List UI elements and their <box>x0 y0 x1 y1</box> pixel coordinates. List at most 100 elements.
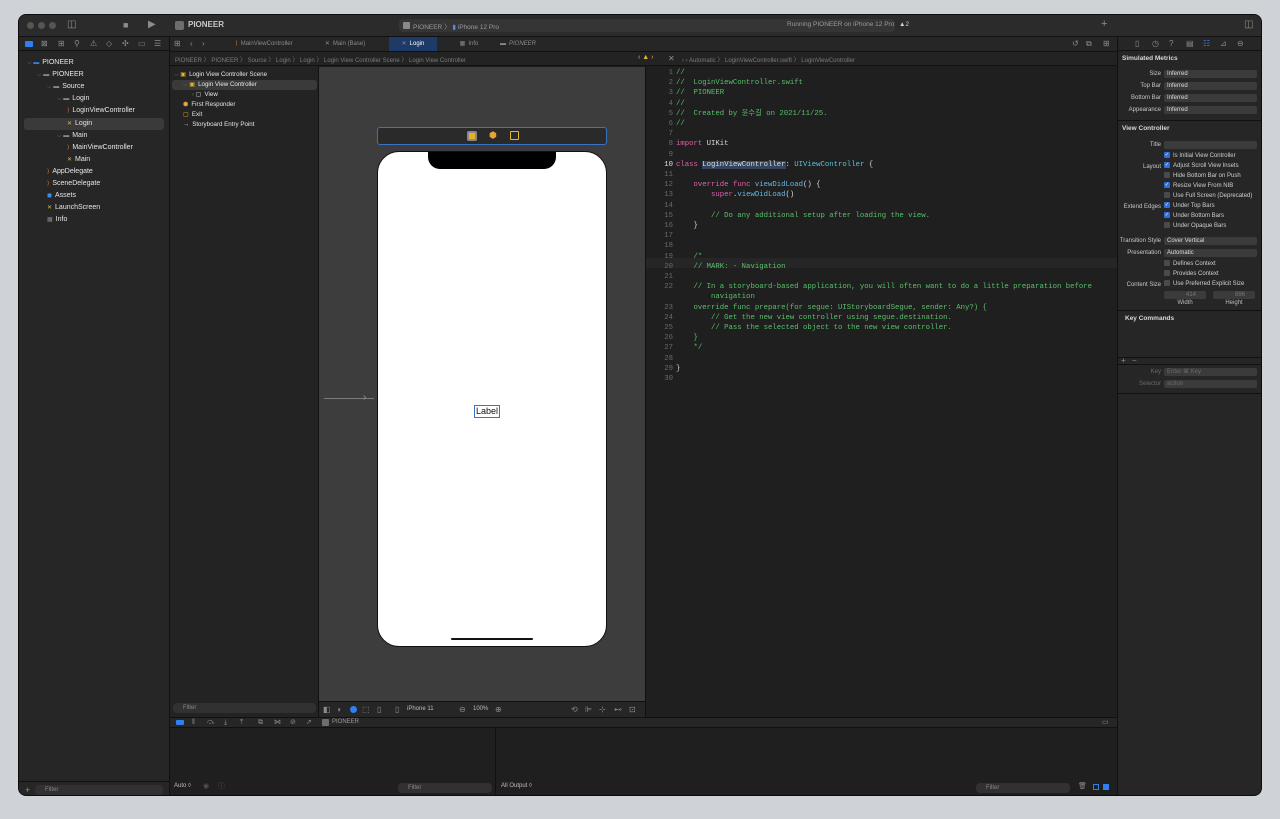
orientation-icon[interactable]: ⬚ <box>362 705 370 715</box>
navigator-item[interactable]: ⟩ AppDelegate <box>24 166 164 178</box>
variables-view[interactable]: Auto ◊ ◉ ⓘ Filter <box>170 728 496 795</box>
file-inspector-icon[interactable]: ▯ <box>1135 39 1139 49</box>
split-left-icon[interactable] <box>1093 784 1099 790</box>
size-select[interactable]: Inferred <box>1164 70 1257 78</box>
folder-tab-icon[interactable] <box>25 41 33 47</box>
breakpoint-icon[interactable]: ▭ <box>138 39 146 49</box>
forward-icon[interactable]: › <box>202 39 205 49</box>
navigator-item[interactable]: ◼ Assets <box>24 190 164 202</box>
issue-nav-icon[interactable]: ‹ ▲ › <box>638 54 653 61</box>
preferred-size-checkbox[interactable]: Use Preferred Explicit Size <box>1164 279 1244 289</box>
attributes-inspector-icon[interactable]: ☷ <box>1203 39 1210 48</box>
minimize-window-button[interactable] <box>38 22 45 29</box>
appearance-select[interactable]: Inferred <box>1164 106 1257 114</box>
symbol-icon[interactable]: ⊞ <box>58 39 65 49</box>
add-editor-icon[interactable]: ⊞ <box>1103 39 1110 49</box>
outline-item[interactable]: ⌵ ▣ Login View Controller Scene <box>172 70 317 80</box>
issue-icon[interactable]: ⚠ <box>90 39 97 49</box>
presentation-select[interactable]: Automatic <box>1164 249 1257 257</box>
report-icon[interactable]: ☰ <box>154 39 161 49</box>
selector-input[interactable]: action <box>1164 380 1257 388</box>
checkbox-option[interactable]: ✓ Under Top Bars <box>1164 201 1226 211</box>
outline-item[interactable]: ⌵ ▣ Login View Controller <box>172 80 317 90</box>
title-input[interactable] <box>1164 141 1257 149</box>
navigator-item[interactable]: ✕ Login <box>24 117 164 130</box>
outline-filter-input[interactable]: Filter <box>173 703 316 713</box>
first-responder-icon[interactable]: ⬢ <box>489 130 497 141</box>
zoom-in-icon[interactable]: ⊕ <box>495 705 502 715</box>
resolve-issues-icon[interactable]: ⊷ <box>614 705 622 715</box>
debug-icon[interactable]: ✣ <box>122 39 129 49</box>
help-icon[interactable]: ? <box>1169 39 1173 49</box>
navigator-filter-input[interactable]: Filter <box>35 785 163 795</box>
test-icon[interactable]: ◇ <box>106 39 112 49</box>
checkbox-option[interactable]: Hide Bottom Bar on Push <box>1164 171 1252 181</box>
navigator-item[interactable]: ⟩ LoginViewController <box>24 105 164 117</box>
outline-item[interactable]: ⬢ First Responder <box>172 100 317 110</box>
iphone-scene[interactable]: Label <box>377 151 607 647</box>
navigator-item[interactable]: ▦ Info <box>24 214 164 226</box>
editor-tab[interactable]: ✕ Main (Base) <box>312 37 378 51</box>
initial-vc-checkbox[interactable]: ✓ Is Initial View Controller <box>1164 151 1236 161</box>
navigator-item[interactable]: ⟩ SceneDelegate <box>24 178 164 190</box>
align-icon[interactable]: ⊫ <box>585 705 592 715</box>
transition-style-select[interactable]: Cover Vertical <box>1164 237 1257 245</box>
outline-item[interactable]: → Storyboard Entry Point <box>172 120 317 130</box>
history-icon[interactable]: ◷ <box>1152 39 1159 49</box>
remove-key-command-icon[interactable]: − <box>1132 356 1137 366</box>
device-selector[interactable]: iPhone 11 <box>407 706 434 712</box>
add-file-icon[interactable]: + <box>25 785 30 795</box>
view-controller-icon[interactable] <box>467 131 477 141</box>
split-editor-icon[interactable]: ⧉ <box>1086 39 1092 49</box>
inspector-toggle-icon[interactable]: ◫ <box>1244 20 1253 30</box>
refresh-icon[interactable]: ↺ <box>1072 39 1079 49</box>
navigator-item[interactable]: ⌵ ▬ PIONEER <box>24 69 164 81</box>
scene-dock[interactable]: ⬢ <box>377 127 607 145</box>
zoom-window-button[interactable] <box>49 22 56 29</box>
debug-area-toggle-icon[interactable] <box>176 720 184 725</box>
editor-tab[interactable]: ✕ Login <box>389 37 437 51</box>
navigator-item[interactable]: ⌵ ▬ PIONEER <box>24 57 164 69</box>
navigator-item[interactable]: ⌵ ▬ Source <box>24 81 164 93</box>
device-frame-icon[interactable]: ▯ <box>377 705 381 715</box>
bottom-bar-select[interactable]: Inferred <box>1164 94 1257 102</box>
find-icon[interactable]: ⚲ <box>74 39 80 49</box>
editor-tab[interactable]: ⟩ MainViewController <box>218 37 310 51</box>
view-debugger-icon[interactable]: ⧉ <box>258 718 263 728</box>
phone-icon[interactable]: ▯ <box>395 705 399 715</box>
auto-selector[interactable]: Auto ◊ <box>174 783 191 789</box>
source-control-icon[interactable]: ⊠ <box>41 39 48 49</box>
entry-point-arrow-icon[interactable]: › <box>363 393 366 403</box>
top-bar-select[interactable]: Inferred <box>1164 82 1257 90</box>
environment-icon[interactable]: ⊘ <box>290 718 296 728</box>
navigator-item[interactable]: ✕ Main <box>24 154 164 166</box>
appearance-icon[interactable]: ◑ <box>336 705 341 715</box>
trash-icon[interactable]: 🗑 <box>1078 782 1087 792</box>
maximize-icon[interactable]: ▭ <box>1102 718 1109 728</box>
height-field[interactable]: 896 <box>1213 291 1255 299</box>
add-icon[interactable]: + <box>1101 19 1107 30</box>
code-jump-bar[interactable]: ‹ › Automatic 〉 LoginViewController.swif… <box>682 55 855 64</box>
storyboard-jump-bar[interactable]: PIONEER 〉 PIONEER 〉 Source 〉 Login 〉 Log… <box>175 55 615 64</box>
zoom-out-icon[interactable]: ⊖ <box>459 705 466 715</box>
navigator-item[interactable]: ✕ LaunchScreen <box>24 202 164 214</box>
identity-inspector-icon[interactable]: ▤ <box>1186 39 1194 49</box>
eye-icon[interactable]: ◉ <box>203 782 209 792</box>
variables-filter-input[interactable]: Filter <box>398 783 492 793</box>
label-view[interactable]: Label <box>474 405 501 418</box>
navigator-item[interactable]: ⌵ ▬ Login <box>24 93 164 105</box>
size-inspector-icon[interactable]: ⊿ <box>1220 39 1227 49</box>
toggle-outline-icon[interactable]: ◧ <box>323 705 331 715</box>
scheme-selector[interactable]: PIONEER 〉 ▮ iPhone 12 Pro <box>413 21 499 31</box>
width-field[interactable]: 414 <box>1164 291 1206 299</box>
outline-item[interactable]: ▢ Exit <box>172 110 317 120</box>
console-view[interactable]: All Output ◊ Filter 🗑 <box>496 728 1117 795</box>
console-filter-input[interactable]: Filter <box>976 783 1070 793</box>
checkbox-option[interactable]: Use Full Screen (Deprecated) <box>1164 191 1252 201</box>
defines-context-checkbox[interactable]: Defines Context <box>1164 259 1216 269</box>
checkbox-option[interactable]: ✓ Under Bottom Bars <box>1164 211 1226 221</box>
info-icon[interactable]: ⓘ <box>218 782 225 792</box>
output-selector[interactable]: All Output ◊ <box>501 783 532 789</box>
stop-button[interactable]: ■ <box>123 20 128 30</box>
step-out-icon[interactable]: ⤒ <box>240 718 243 728</box>
